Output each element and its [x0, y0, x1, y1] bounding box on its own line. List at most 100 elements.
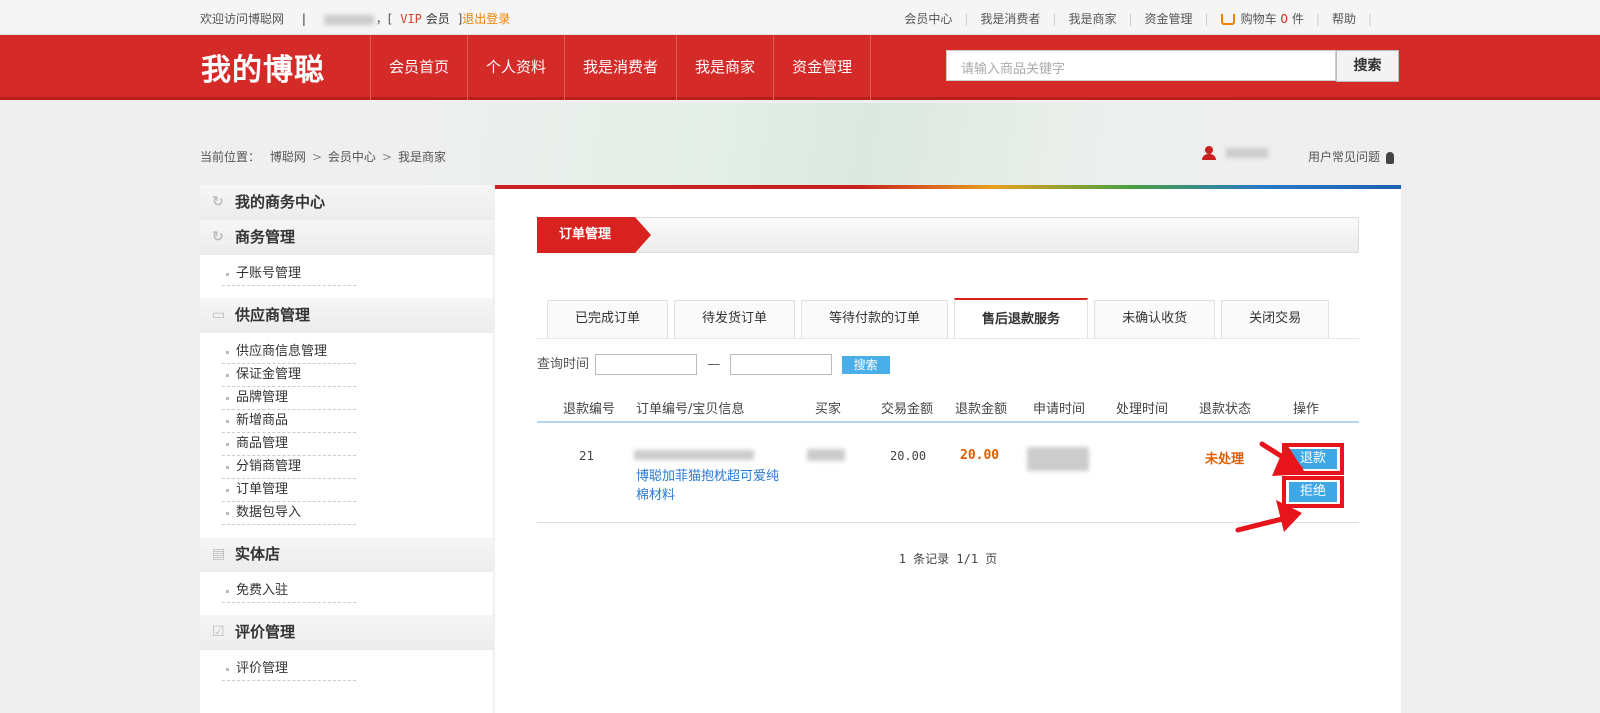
sidebar-section-title: 实体店	[235, 545, 281, 563]
welcome-divider: |	[301, 12, 306, 26]
table-row: 21 博聪加菲猫抱枕超可爱纯棉材料 20.00 20.00 未处理 退款 拒绝	[537, 423, 1359, 523]
sidebar-item-sub-account[interactable]: 子账号管理	[222, 263, 356, 286]
col-refund-amount: 退款金额	[955, 402, 1008, 417]
tab-closed[interactable]: 关闭交易	[1221, 300, 1330, 338]
tab-divider	[537, 338, 1359, 339]
col-buyer: 买家	[815, 402, 842, 417]
user-info	[1202, 145, 1268, 160]
refund-amount: 20.00	[960, 448, 1000, 463]
top-bar: 欢迎访问博聪网 | ，[ VIP 会员 ]退出登录 会员中心 | 我是消费者 | 我是商…	[0, 0, 1600, 35]
nav-item-home[interactable]: 会员首页	[371, 35, 469, 100]
sidebar-section-supplier-mgmt[interactable]: ▭ 供应商管理	[200, 298, 493, 333]
top-link-merchant[interactable]: 我是商家	[1068, 12, 1116, 26]
username-blurred	[1226, 147, 1268, 158]
breadcrumb-item-member[interactable]: 会员中心	[328, 150, 376, 164]
col-actions: 操作	[1293, 402, 1320, 417]
query-label: 查询时间	[537, 357, 590, 372]
sidebar-item-product-mgmt[interactable]: 商品管理	[222, 433, 356, 456]
sidebar-section-title: 供应商管理	[235, 306, 311, 324]
refresh-icon: ↻	[212, 194, 224, 210]
nav-item-merchant[interactable]: 我是商家	[677, 35, 775, 100]
sidebar-item-new-product[interactable]: 新增商品	[222, 410, 356, 433]
order-tabs: 已完成订单 待发货订单 等待付款的订单 售后退款服务 未确认收货 关闭交易	[547, 298, 1335, 340]
breadcrumb-item-merchant: 我是商家	[398, 150, 447, 164]
tab-refund-service[interactable]: 售后退款服务	[954, 298, 1089, 338]
col-trade-amount: 交易金额	[881, 402, 934, 417]
refresh-icon: ↻	[212, 229, 224, 245]
sidebar-list: 供应商信息管理 保证金管理 品牌管理 新增商品 商品管理 分销商管理 订单管理 …	[200, 333, 493, 537]
bracket-open: ，[	[375, 12, 393, 26]
breadcrumb-separator-icon: >	[311, 150, 322, 164]
col-refund-id: 退款编号	[563, 402, 616, 417]
breadcrumb-item-home[interactable]: 博聪网	[270, 150, 306, 164]
search-button[interactable]: 搜索	[1336, 50, 1399, 82]
refund-status: 未处理	[1205, 452, 1245, 467]
main-header: 我的博聪 会员首页 个人资料 我是消费者 我是商家 资金管理 请输入商品关键字 …	[0, 35, 1600, 100]
tab-completed[interactable]: 已完成订单	[547, 300, 669, 338]
sidebar-item-distributor[interactable]: 分销商管理	[222, 456, 356, 479]
end-date-input[interactable]	[730, 354, 833, 375]
table-header: 退款编号 订单编号/宝贝信息 买家 交易金额 退款金额 申请时间 处理时间 退款…	[537, 397, 1359, 423]
section-title: 订单管理	[537, 217, 635, 253]
color-stripe	[495, 185, 1401, 189]
query-bar: 查询时间 — 搜索	[537, 353, 890, 375]
col-order-info: 订单编号/宝贝信息	[636, 402, 745, 417]
cart-icon[interactable]	[1220, 14, 1235, 25]
section-header-bar	[537, 217, 1359, 253]
breadcrumb-separator-icon: >	[381, 150, 392, 164]
logout-link[interactable]: 退出登录	[462, 12, 510, 26]
sidebar-item-orders[interactable]: 订单管理	[222, 479, 356, 502]
sidebar-section-store[interactable]: ▤ 实体店	[200, 537, 493, 572]
col-apply-time: 申请时间	[1033, 402, 1086, 417]
sidebar-item-deposit[interactable]: 保证金管理	[222, 364, 356, 387]
help-link[interactable]: 帮助	[1332, 12, 1356, 26]
sidebar-item-brand[interactable]: 品牌管理	[222, 387, 356, 410]
main-nav: 会员首页 个人资料 我是消费者 我是商家 资金管理	[370, 35, 872, 100]
start-date-input[interactable]	[595, 354, 698, 375]
main-panel: 订单管理 已完成订单 待发货订单 等待付款的订单 售后退款服务 未确认收货 关闭…	[495, 185, 1401, 713]
top-link-member-center[interactable]: 会员中心	[904, 12, 952, 26]
card-icon: ▭	[212, 307, 226, 323]
tab-unconfirmed-receipt[interactable]: 未确认收货	[1094, 300, 1216, 338]
cart-link[interactable]: 购物车	[1241, 12, 1277, 26]
breadcrumb: 当前位置： 博聪网 > 会员中心 > 我是商家	[200, 148, 446, 165]
sidebar-section-business-mgmt[interactable]: ↻ 商务管理	[200, 220, 493, 255]
nav-item-consumer[interactable]: 我是消费者	[565, 35, 678, 100]
reject-button[interactable]: 拒绝	[1289, 482, 1337, 502]
nav-item-profile[interactable]: 个人资料	[468, 35, 566, 100]
sidebar-item-supplier-info[interactable]: 供应商信息管理	[222, 341, 356, 364]
tab-pending-shipment[interactable]: 待发货订单	[674, 300, 796, 338]
nav-item-funds[interactable]: 资金管理	[774, 35, 872, 100]
apply-time-blurred	[1027, 447, 1089, 471]
refund-button[interactable]: 退款	[1289, 449, 1337, 469]
sidebar-section-title: 评价管理	[235, 623, 296, 641]
sidebar-item-data-import[interactable]: 数据包导入	[222, 502, 356, 525]
sidebar-section-title: 商务管理	[235, 228, 296, 246]
username-blurred	[323, 14, 374, 25]
trade-amount: 20.00	[890, 449, 927, 463]
top-link-consumer[interactable]: 我是消费者	[980, 12, 1040, 26]
site-logo[interactable]: 我的博聪	[201, 45, 325, 89]
member-label: 会员	[425, 12, 450, 26]
buyer-blurred	[807, 449, 845, 461]
sidebar-item-review-mgmt[interactable]: 评价管理	[222, 658, 356, 681]
query-search-button[interactable]: 搜索	[841, 355, 890, 374]
search-input[interactable]: 请输入商品关键字	[946, 50, 1336, 81]
sidebar-list: 评价管理	[200, 650, 493, 693]
pager-info: 1 条记录 1/1 页	[898, 552, 998, 566]
sidebar-section-business-center[interactable]: ↻ 我的商务中心	[200, 185, 493, 220]
sidebar-item-free-join[interactable]: 免费入驻	[222, 580, 356, 603]
refund-table: 退款编号 订单编号/宝贝信息 买家 交易金额 退款金额 申请时间 处理时间 退款…	[537, 397, 1359, 523]
faq-link[interactable]: 用户常见问题	[1308, 148, 1395, 165]
query-dash: —	[707, 357, 721, 372]
tab-awaiting-payment[interactable]: 等待付款的订单	[801, 300, 949, 338]
goods-link[interactable]: 博聪加菲猫抱枕超可爱纯棉材料	[636, 467, 786, 505]
top-link-funds[interactable]: 资金管理	[1145, 12, 1193, 26]
sidebar-list: 子账号管理	[200, 255, 493, 298]
cart-count: 0	[1280, 12, 1289, 26]
sidebar-section-reviews[interactable]: ☑ 评价管理	[200, 615, 493, 650]
lightbulb-icon	[1386, 151, 1395, 164]
sidebar-list: 免费入驻	[200, 572, 493, 615]
top-links: 会员中心 | 我是消费者 | 我是商家 | 资金管理 | 购物车 0 件 | 帮助 |	[904, 12, 1372, 26]
col-process-time: 处理时间	[1116, 402, 1169, 417]
